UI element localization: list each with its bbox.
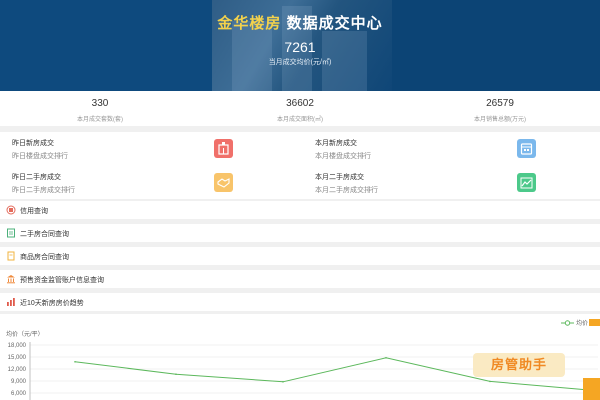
- floating-corner-button[interactable]: [583, 378, 600, 400]
- y-tick-label: 6,000: [11, 391, 27, 397]
- trend-icon: [6, 297, 16, 307]
- page: 金华楼房 数据成交中心 7261 当月成交均价(元/㎡) 330 本月成交套数(…: [0, 0, 600, 400]
- menu-label: 信用查询: [20, 208, 48, 215]
- y-tick-label: 15,000: [8, 355, 27, 361]
- stat-deal-count: 330 本月成交套数(套): [0, 91, 200, 126]
- y-axis-label: 均价（元/平）: [6, 330, 44, 338]
- quick-title: 昨日二手房成交: [12, 174, 61, 181]
- calendar-icon: [517, 139, 536, 158]
- monthly-stats: 330 本月成交套数(套) 36602 本月成交面积(㎡) 26579 本月销售…: [0, 91, 600, 126]
- quick-title: 昨日新房成交: [12, 140, 54, 147]
- menu-new-house-contract-query[interactable]: 商品房合同查询: [0, 247, 600, 265]
- quick-links-grid: 昨日新房成交 昨日楼盘成交排行 本月新房成交 本月楼盘成交排行 昨日二手房成交 …: [0, 132, 600, 199]
- average-price: 7261: [284, 39, 316, 55]
- title-text: 数据成交中心: [286, 15, 383, 32]
- menu-label: 二手房合同查询: [20, 231, 69, 238]
- y-tick-label: 18,000: [8, 343, 27, 349]
- stat-sales-total: 26579 本月销售总额(万元): [400, 91, 600, 126]
- stat-value: 26579: [486, 98, 514, 109]
- chart-up-icon: [517, 173, 536, 192]
- data-point: [175, 373, 177, 375]
- watermark-logo: 房管助手: [473, 353, 565, 377]
- bank-icon: [6, 274, 16, 284]
- stat-deal-area: 36602 本月成交面积(㎡): [200, 91, 400, 126]
- quick-title: 本月新房成交: [315, 140, 357, 147]
- stat-label: 本月成交面积(㎡): [277, 117, 323, 123]
- quick-subtitle: 本月二手房成交排行: [315, 187, 378, 194]
- menu-label: 预售资金监管账户信息查询: [20, 277, 104, 284]
- data-point: [282, 381, 284, 383]
- quick-yesterday-resale[interactable]: 昨日二手房成交 昨日二手房成交排行: [0, 166, 300, 199]
- data-point: [385, 357, 387, 359]
- building-icon: [214, 139, 233, 158]
- menu-label: 近10天新房房价趋势: [20, 300, 84, 307]
- legend-marker: [564, 320, 571, 326]
- watermark-text: 房管助手: [490, 357, 547, 372]
- handshake-icon: [214, 173, 233, 192]
- contract-icon: [6, 228, 16, 238]
- page-title: 金华楼房 数据成交中心: [0, 12, 600, 33]
- quick-subtitle: 本月楼盘成交排行: [315, 153, 371, 160]
- average-price-label: 当月成交均价(元/㎡): [268, 59, 332, 66]
- credit-icon: [6, 205, 16, 215]
- legend-label: 均价: [576, 319, 588, 327]
- menu-price-trend[interactable]: 近10天新房房价趋势: [0, 293, 600, 311]
- stat-value: 36602: [286, 98, 314, 109]
- quick-yesterday-new[interactable]: 昨日新房成交 昨日楼盘成交排行: [0, 132, 300, 165]
- stat-label: 本月成交套数(套): [77, 117, 123, 123]
- data-point: [489, 380, 491, 383]
- stat-value: 330: [91, 98, 109, 109]
- header-banner: 金华楼房 数据成交中心 7261 当月成交均价(元/㎡): [0, 0, 600, 91]
- quick-title: 本月二手房成交: [315, 174, 364, 181]
- brand-name: 金华楼房: [217, 15, 282, 32]
- quick-month-resale[interactable]: 本月二手房成交 本月二手房成交排行: [300, 166, 600, 199]
- menu-resale-contract-query[interactable]: 二手房合同查询: [0, 224, 600, 242]
- data-point: [74, 361, 76, 363]
- stat-label: 本月销售总额(万元): [474, 117, 526, 123]
- y-tick-label: 12,000: [8, 367, 27, 373]
- quick-subtitle: 昨日二手房成交排行: [12, 187, 75, 194]
- document-icon: [6, 251, 16, 261]
- quick-subtitle: 昨日楼盘成交排行: [12, 153, 68, 160]
- menu-credit-query[interactable]: 信用查询: [0, 201, 600, 219]
- quick-month-new[interactable]: 本月新房成交 本月楼盘成交排行: [300, 132, 600, 165]
- menu-label: 商品房合同查询: [20, 254, 69, 261]
- y-tick-label: 9,000: [11, 379, 27, 385]
- menu-presale-fund-query[interactable]: 预售资金监管账户信息查询: [0, 270, 600, 288]
- legend-swatch: [589, 319, 600, 326]
